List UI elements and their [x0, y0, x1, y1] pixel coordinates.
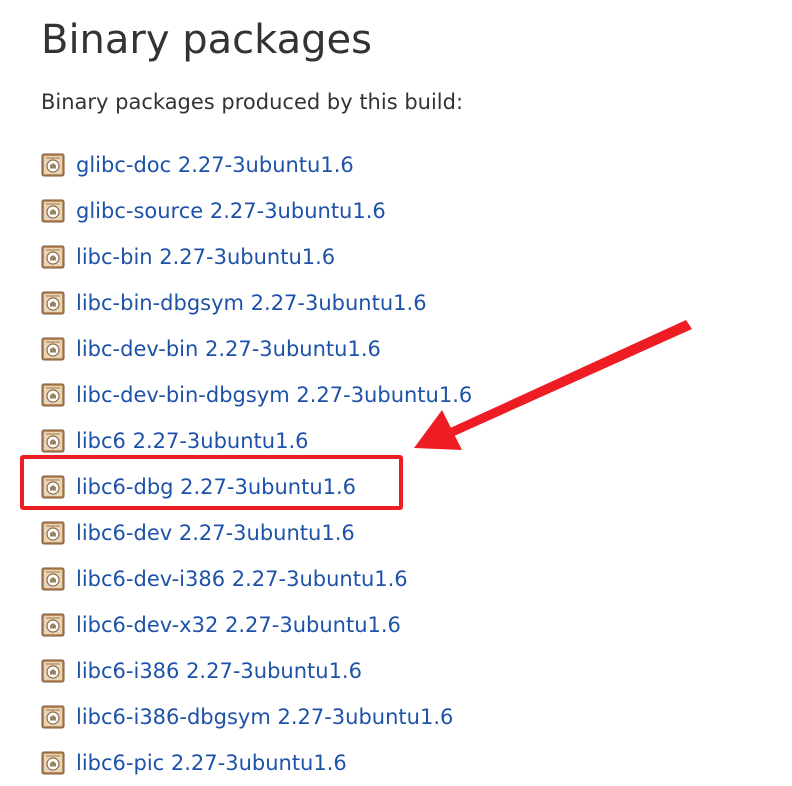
- package-icon: [41, 751, 65, 775]
- list-item: libc6-i386 2.27-3ubuntu1.6: [41, 648, 472, 694]
- list-item: libc-dev-bin 2.27-3ubuntu1.6: [41, 326, 472, 372]
- package-link[interactable]: libc6-dbg 2.27-3ubuntu1.6: [76, 473, 356, 501]
- package-link[interactable]: libc6-pic 2.27-3ubuntu1.6: [76, 749, 347, 777]
- list-item-highlighted: libc6-dbg 2.27-3ubuntu1.6: [41, 464, 472, 510]
- list-item: libc6-dev 2.27-3ubuntu1.6: [41, 510, 472, 556]
- package-link[interactable]: libc6-dev-x32 2.27-3ubuntu1.6: [76, 611, 401, 639]
- package-icon: [41, 429, 65, 453]
- list-item: glibc-source 2.27-3ubuntu1.6: [41, 188, 472, 234]
- package-icon: [41, 705, 65, 729]
- package-link[interactable]: libc6-i386-dbgsym 2.27-3ubuntu1.6: [76, 703, 453, 731]
- package-link[interactable]: libc6 2.27-3ubuntu1.6: [76, 427, 308, 455]
- package-icon: [41, 567, 65, 591]
- package-link[interactable]: libc6-dev-i386 2.27-3ubuntu1.6: [76, 565, 408, 593]
- package-icon: [41, 153, 65, 177]
- list-item: libc6-dev-i386 2.27-3ubuntu1.6: [41, 556, 472, 602]
- package-link[interactable]: glibc-doc 2.27-3ubuntu1.6: [76, 151, 354, 179]
- package-icon: [41, 659, 65, 683]
- page-title: Binary packages: [41, 17, 372, 63]
- list-item: libc6-pic 2.27-3ubuntu1.6: [41, 740, 472, 786]
- package-icon: [41, 521, 65, 545]
- list-item: libc-bin-dbgsym 2.27-3ubuntu1.6: [41, 280, 472, 326]
- package-icon: [41, 291, 65, 315]
- package-link[interactable]: libc6-i386 2.27-3ubuntu1.6: [76, 657, 362, 685]
- arrow-shaft: [448, 320, 692, 437]
- list-item: libc-dev-bin-dbgsym 2.27-3ubuntu1.6: [41, 372, 472, 418]
- package-link[interactable]: libc6-dev 2.27-3ubuntu1.6: [76, 519, 355, 547]
- package-link[interactable]: libc-bin-dbgsym 2.27-3ubuntu1.6: [76, 289, 427, 317]
- list-item: libc-bin 2.27-3ubuntu1.6: [41, 234, 472, 280]
- package-icon: [41, 245, 65, 269]
- package-link[interactable]: libc-bin 2.27-3ubuntu1.6: [76, 243, 335, 271]
- package-link[interactable]: libc-dev-bin-dbgsym 2.27-3ubuntu1.6: [76, 381, 472, 409]
- list-item: glibc-doc 2.27-3ubuntu1.6: [41, 142, 472, 188]
- package-list: glibc-doc 2.27-3ubuntu1.6 glibc-source 2…: [41, 142, 472, 786]
- section-description: Binary packages produced by this build:: [41, 90, 464, 114]
- package-icon: [41, 199, 65, 223]
- package-link[interactable]: libc-dev-bin 2.27-3ubuntu1.6: [76, 335, 381, 363]
- package-icon: [41, 337, 65, 361]
- package-icon: [41, 475, 65, 499]
- package-icon: [41, 383, 65, 407]
- list-item: libc6 2.27-3ubuntu1.6: [41, 418, 472, 464]
- package-link[interactable]: glibc-source 2.27-3ubuntu1.6: [76, 197, 386, 225]
- list-item: libc6-dev-x32 2.27-3ubuntu1.6: [41, 602, 472, 648]
- list-item: libc6-i386-dbgsym 2.27-3ubuntu1.6: [41, 694, 472, 740]
- package-icon: [41, 613, 65, 637]
